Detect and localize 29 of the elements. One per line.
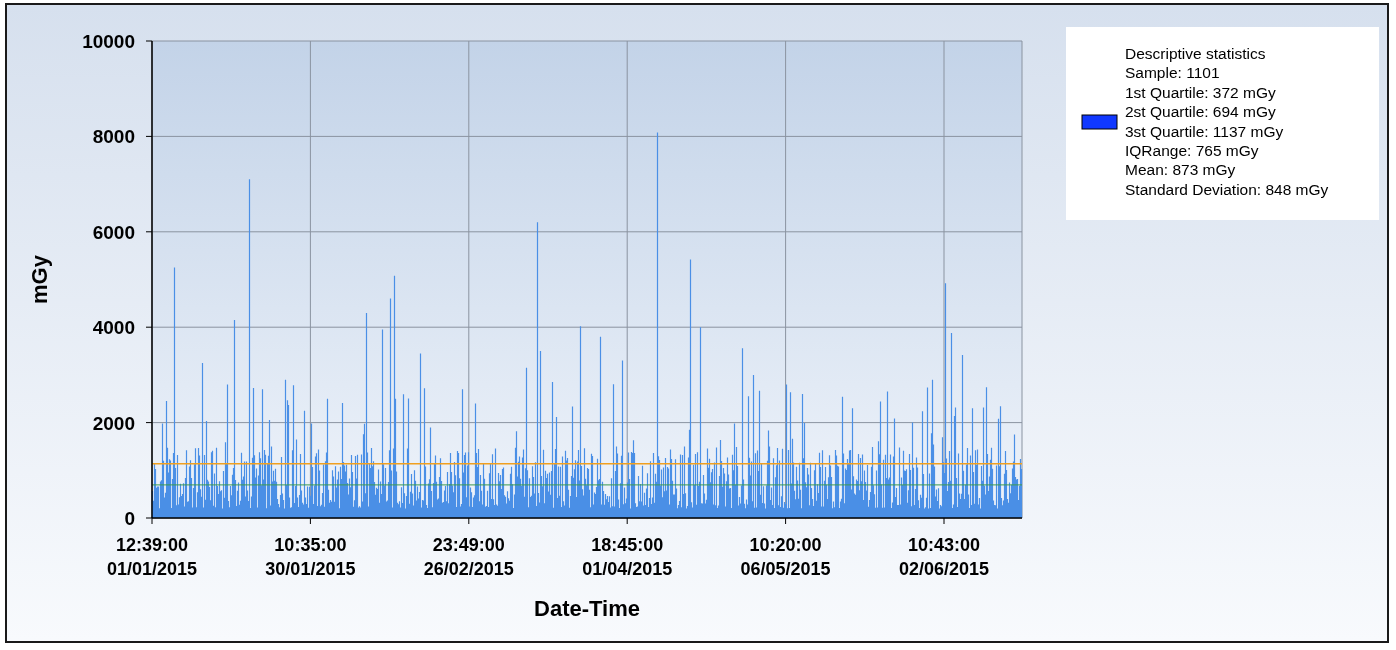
x-tick-date: 01/01/2015 [106, 559, 198, 579]
x-tick-date: 30/01/2015 [265, 559, 356, 579]
x-tick-time: 10:20:00 [749, 535, 822, 555]
y-tick-label: 0 [124, 508, 135, 529]
legend-text: IQRange: 765 mGy [1125, 142, 1259, 159]
legend-text: Descriptive statistics [1125, 45, 1266, 62]
x-tick-date: 01/04/2015 [582, 559, 673, 579]
y-tick-label: 6000 [92, 221, 135, 243]
y-tick-label: 8000 [92, 126, 135, 148]
legend-text: 3st Quartile: 1137 mGy [1125, 122, 1284, 140]
x-tick-time: 23:49:00 [432, 535, 505, 555]
y-axis-title: mGy [27, 255, 52, 304]
x-tick-date: 26/02/2015 [423, 559, 514, 579]
x-tick-date: 06/05/2015 [740, 559, 831, 579]
legend-text: 2st Quartile: 694 mGy [1125, 103, 1276, 121]
x-tick-time: 10:43:00 [907, 535, 981, 555]
x-tick-date: 02/06/2015 [898, 559, 990, 579]
y-tick-label: 2000 [92, 412, 135, 434]
legend-text: Sample: 1101 [1125, 64, 1220, 82]
y-tick-label: 10000 [82, 31, 135, 52]
legend-swatch [1081, 114, 1118, 130]
legend-text: 1st Quartile: 372 mGy [1125, 83, 1276, 101]
x-axis-title: Date-Time [534, 596, 640, 621]
x-tick-time: 12:39:00 [115, 535, 189, 555]
legend-text: Mean: 873 mGy [1125, 161, 1236, 179]
x-tick-time: 10:35:00 [274, 535, 347, 555]
legend-text: Standard Deviation: 848 mGy [1125, 180, 1329, 198]
x-tick-time: 18:45:00 [591, 535, 664, 555]
y-tick-label: 4000 [92, 317, 135, 339]
